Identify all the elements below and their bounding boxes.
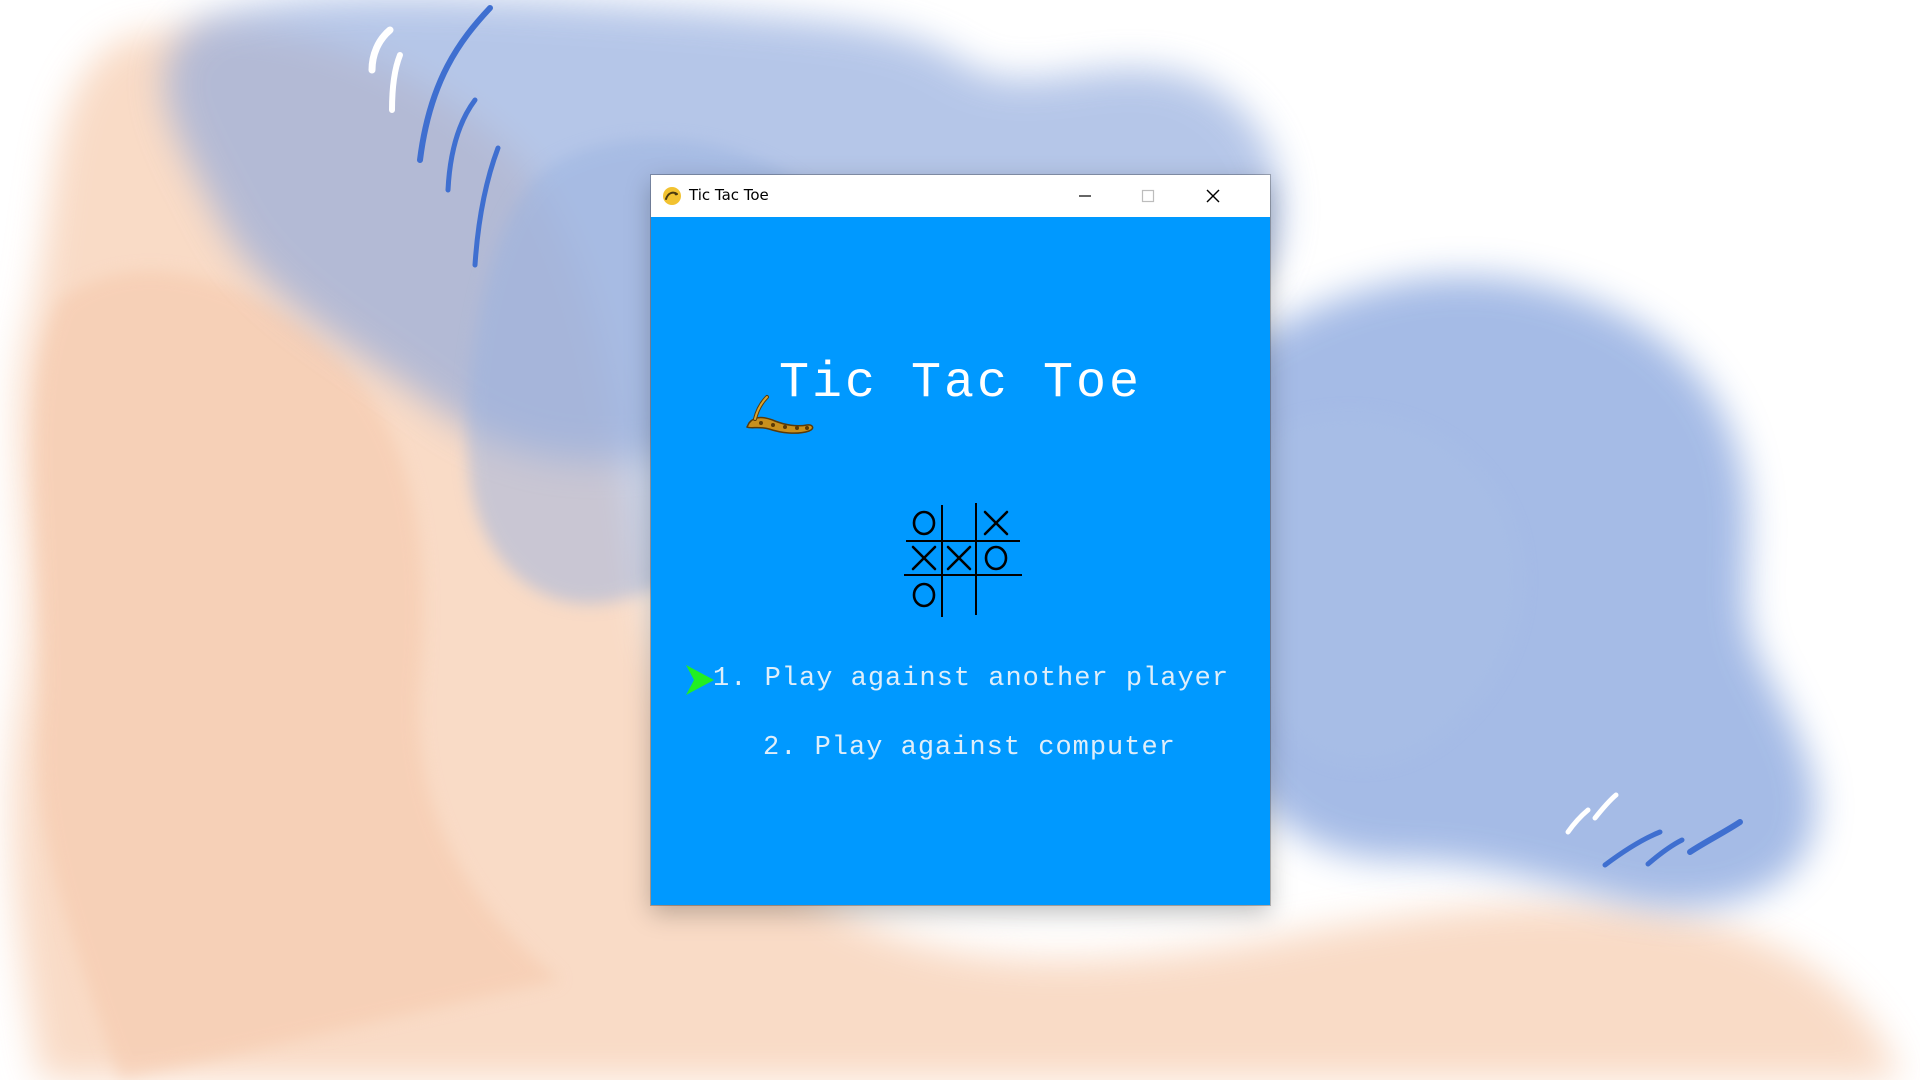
arrow-right-icon bbox=[686, 665, 714, 695]
close-icon bbox=[1206, 189, 1220, 203]
close-button[interactable] bbox=[1181, 175, 1245, 217]
board-cell-x bbox=[911, 545, 937, 571]
board-cell-o bbox=[912, 510, 936, 536]
maximize-button[interactable] bbox=[1117, 175, 1179, 217]
board-cell-x bbox=[946, 545, 972, 571]
minimize-icon bbox=[1079, 195, 1091, 197]
minimize-button[interactable] bbox=[1054, 175, 1116, 217]
game-title: Tic Tac Toe bbox=[779, 355, 1143, 412]
menu-item-play-vs-player[interactable]: 1. Play against another player bbox=[713, 664, 1229, 694]
window-title: Tic Tac Toe bbox=[689, 186, 769, 204]
pygame-snake-icon bbox=[663, 187, 681, 205]
board-cell-o bbox=[984, 545, 1008, 571]
game-canvas[interactable]: Tic Tac Toe 1. Play against another play… bbox=[651, 217, 1270, 905]
board-cell-x bbox=[983, 510, 1009, 536]
menu-item-play-vs-computer[interactable]: 2. Play against computer bbox=[763, 733, 1176, 763]
tic-tac-toe-board-icon bbox=[904, 503, 1022, 617]
app-window: Tic Tac Toe Tic Tac Toe 1. Play against … bbox=[651, 175, 1270, 905]
board-cell-o bbox=[912, 582, 936, 608]
title-bar[interactable]: Tic Tac Toe bbox=[651, 175, 1270, 217]
board-marks bbox=[911, 510, 1009, 608]
desktop: Tic Tac Toe Tic Tac Toe 1. Play against … bbox=[0, 0, 1920, 1080]
maximize-icon bbox=[1141, 189, 1155, 203]
